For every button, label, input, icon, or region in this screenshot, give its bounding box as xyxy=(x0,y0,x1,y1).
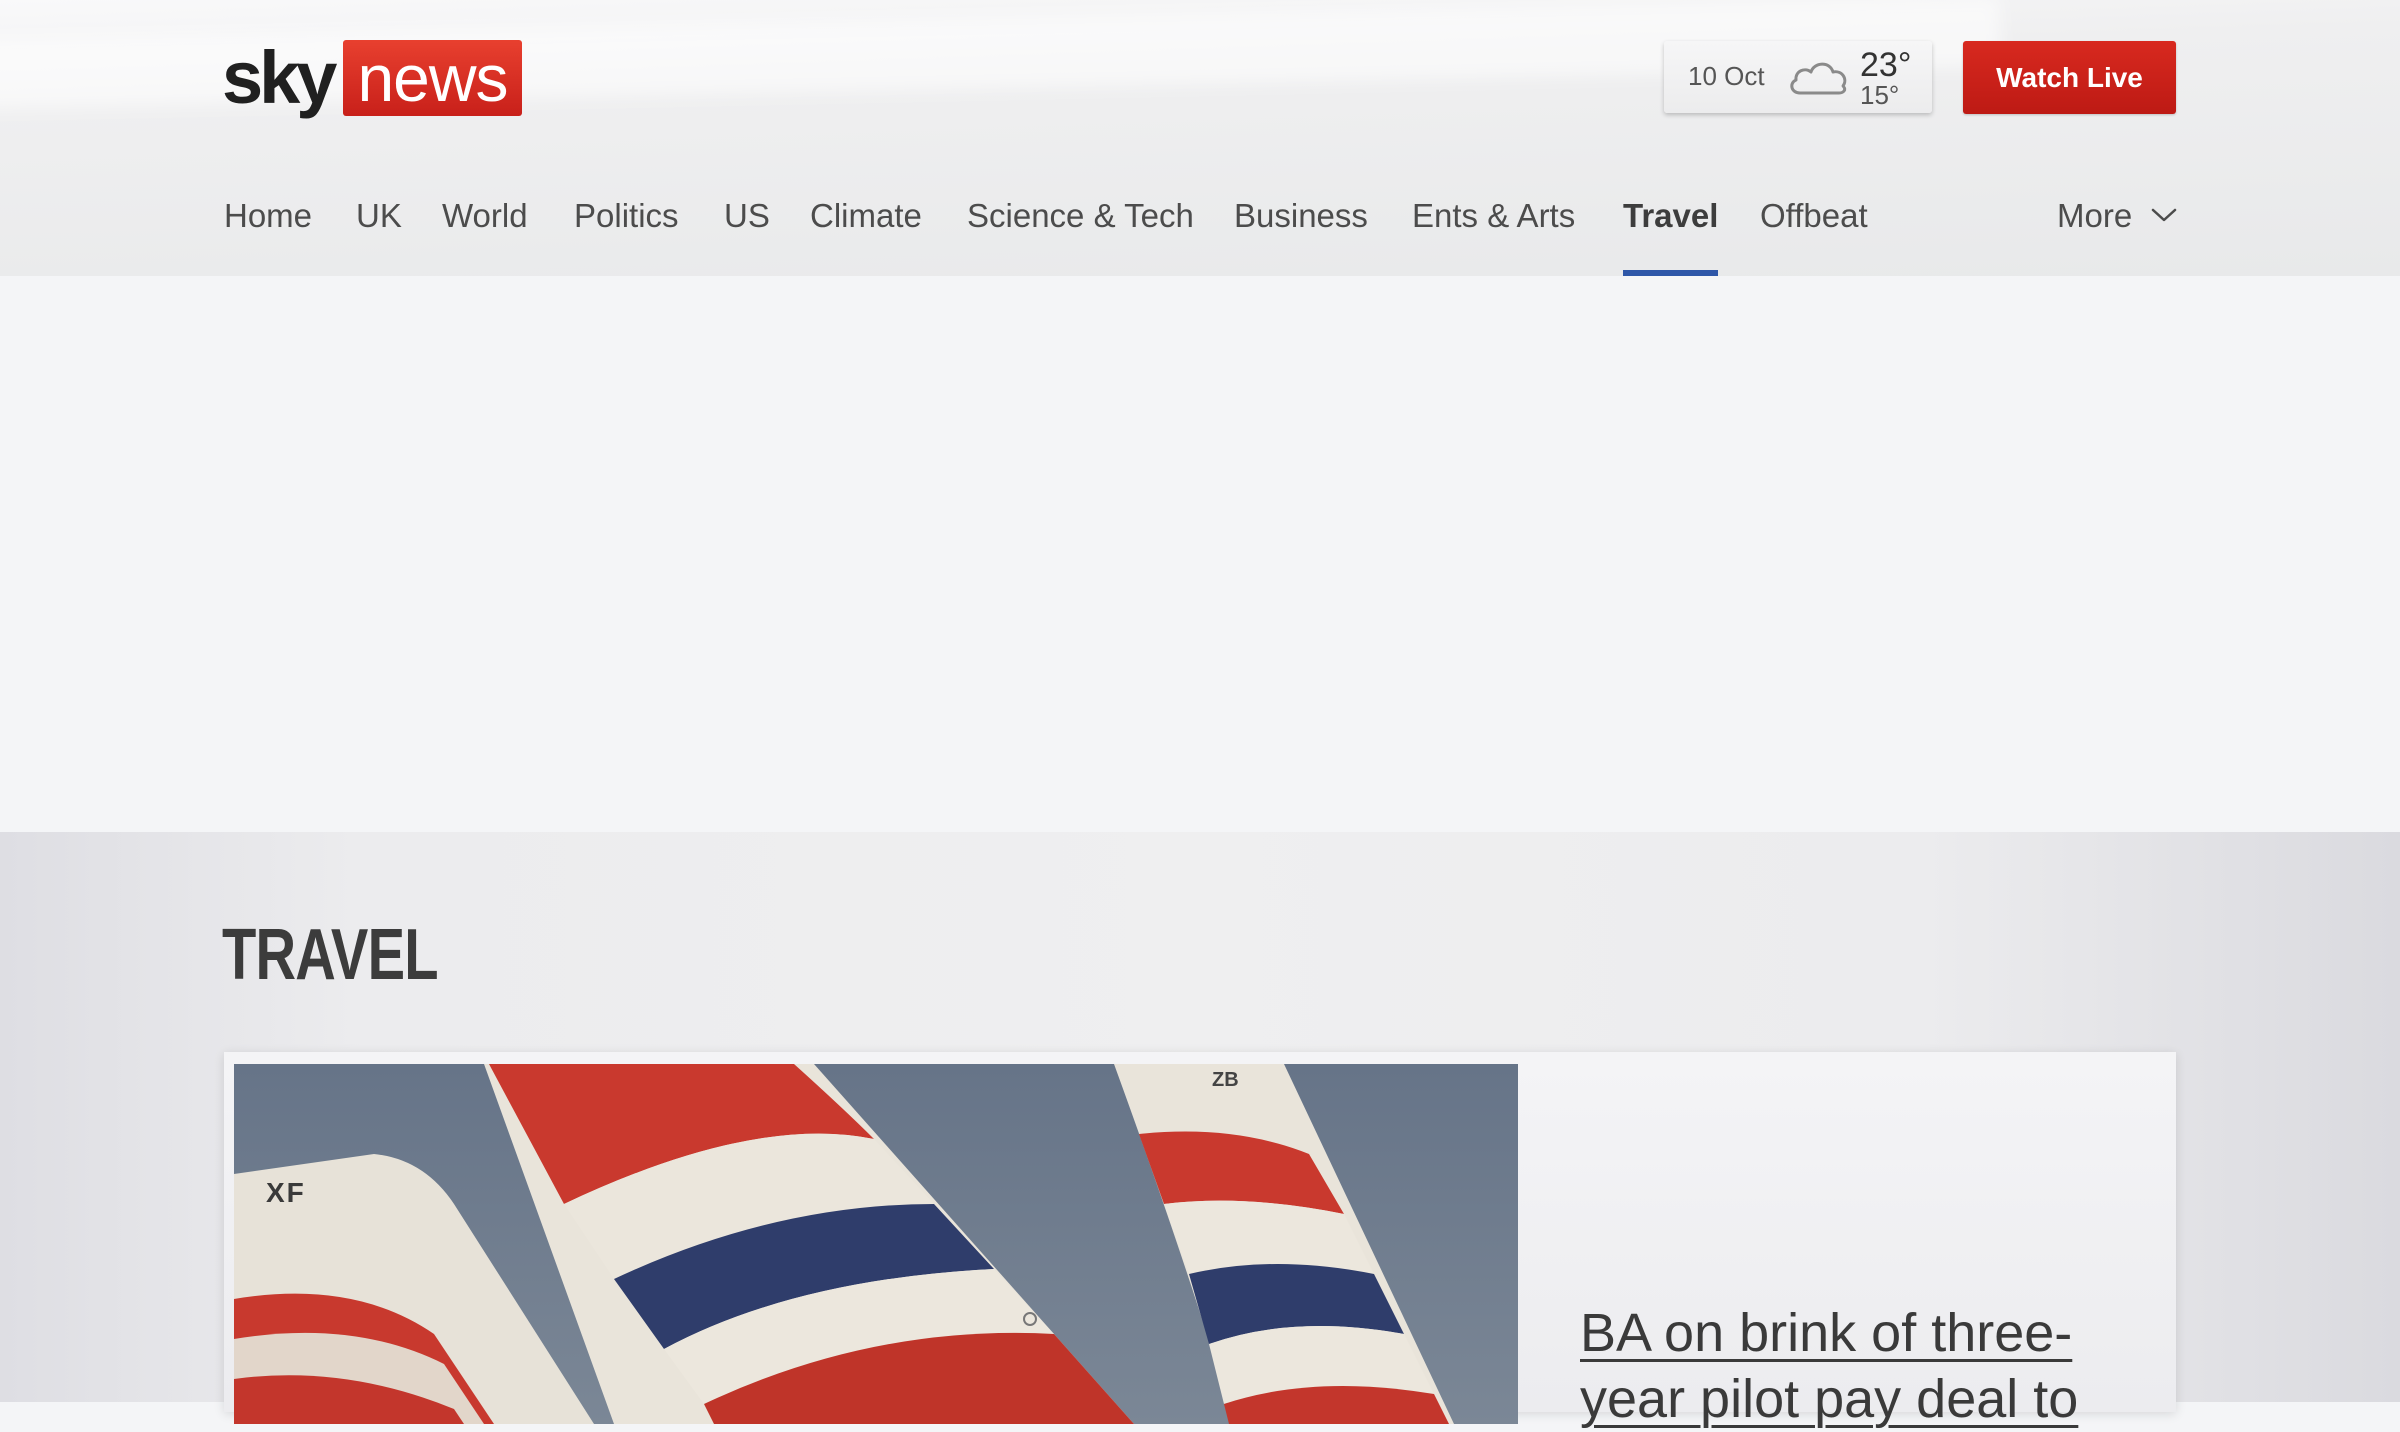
svg-text:XF: XF xyxy=(266,1177,306,1208)
site-header: sky news 10 Oct 23° 15° Watch Live Home … xyxy=(0,0,2400,276)
chevron-down-icon xyxy=(2152,209,2177,222)
ba-tail-fins-image: XF ZB xyxy=(234,1064,1518,1424)
nav-more-label: More xyxy=(2057,197,2133,234)
weather-high-temp: 23° xyxy=(1860,46,1912,84)
nav-more-button[interactable]: More xyxy=(2057,190,2177,276)
svg-text:ZB: ZB xyxy=(1212,1069,1239,1091)
nav-item-ents-arts[interactable]: Ents & Arts xyxy=(1412,190,1575,276)
nav-item-home[interactable]: Home xyxy=(224,190,312,276)
nav-item-travel-label: Travel xyxy=(1623,197,1719,234)
nav-item-offbeat[interactable]: Offbeat xyxy=(1760,190,1868,276)
main-nav: Home UK World Politics US Climate Scienc… xyxy=(0,190,2400,276)
logo-sky-text: sky xyxy=(222,36,337,119)
cloud-icon xyxy=(1790,62,1847,95)
sky-news-logo[interactable]: sky news xyxy=(222,38,522,118)
nav-item-science-tech[interactable]: Science & Tech xyxy=(967,190,1194,276)
nav-item-world[interactable]: World xyxy=(442,190,528,276)
watch-live-button[interactable]: Watch Live xyxy=(1963,41,2176,114)
nav-item-climate[interactable]: Climate xyxy=(810,190,922,276)
weather-date: 10 Oct xyxy=(1688,61,1765,91)
nav-item-travel[interactable]: Travel xyxy=(1623,190,1719,276)
nav-item-uk[interactable]: UK xyxy=(356,190,402,276)
lead-story-headline[interactable]: BA on brink of three-year pilot pay deal… xyxy=(1580,1300,2140,1432)
logo-news-text: news xyxy=(343,40,522,116)
weather-low-temp: 15° xyxy=(1860,80,1900,110)
nav-item-business[interactable]: Business xyxy=(1234,190,1368,276)
nav-item-politics[interactable]: Politics xyxy=(574,190,679,276)
advert-slot xyxy=(0,276,2400,832)
lead-story-image[interactable]: XF ZB xyxy=(234,1064,1518,1424)
section-title: TRAVEL xyxy=(222,915,439,995)
nav-item-us[interactable]: US xyxy=(724,190,770,276)
weather-widget[interactable]: 10 Oct 23° 15° xyxy=(1664,41,1932,113)
